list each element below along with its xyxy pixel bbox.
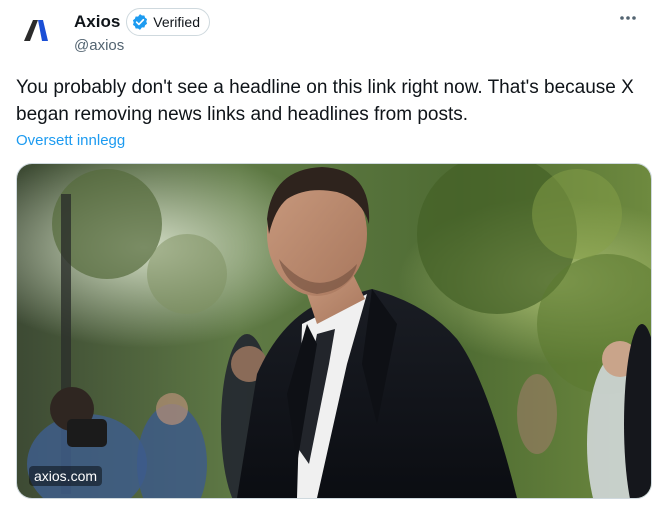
axios-logo-icon: [24, 20, 48, 41]
more-dots-icon: [620, 16, 636, 20]
author-name-row: Axios Verified: [74, 8, 210, 36]
link-preview-photo: [17, 164, 651, 498]
tweet-text: You probably don't see a headline on thi…: [16, 77, 634, 125]
author-handle[interactable]: @axios: [74, 37, 124, 54]
translate-post-link[interactable]: Oversett innlegg: [16, 132, 125, 149]
verified-badge[interactable]: Verified: [126, 8, 210, 36]
link-preview-card[interactable]: axios.com: [16, 163, 652, 499]
avatar[interactable]: [16, 10, 56, 50]
verified-label: Verified: [153, 14, 200, 30]
verified-badge-icon: [133, 14, 148, 30]
author-display-name[interactable]: Axios: [74, 12, 120, 32]
more-options-button[interactable]: [616, 8, 640, 28]
link-domain-label: axios.com: [29, 466, 103, 486]
